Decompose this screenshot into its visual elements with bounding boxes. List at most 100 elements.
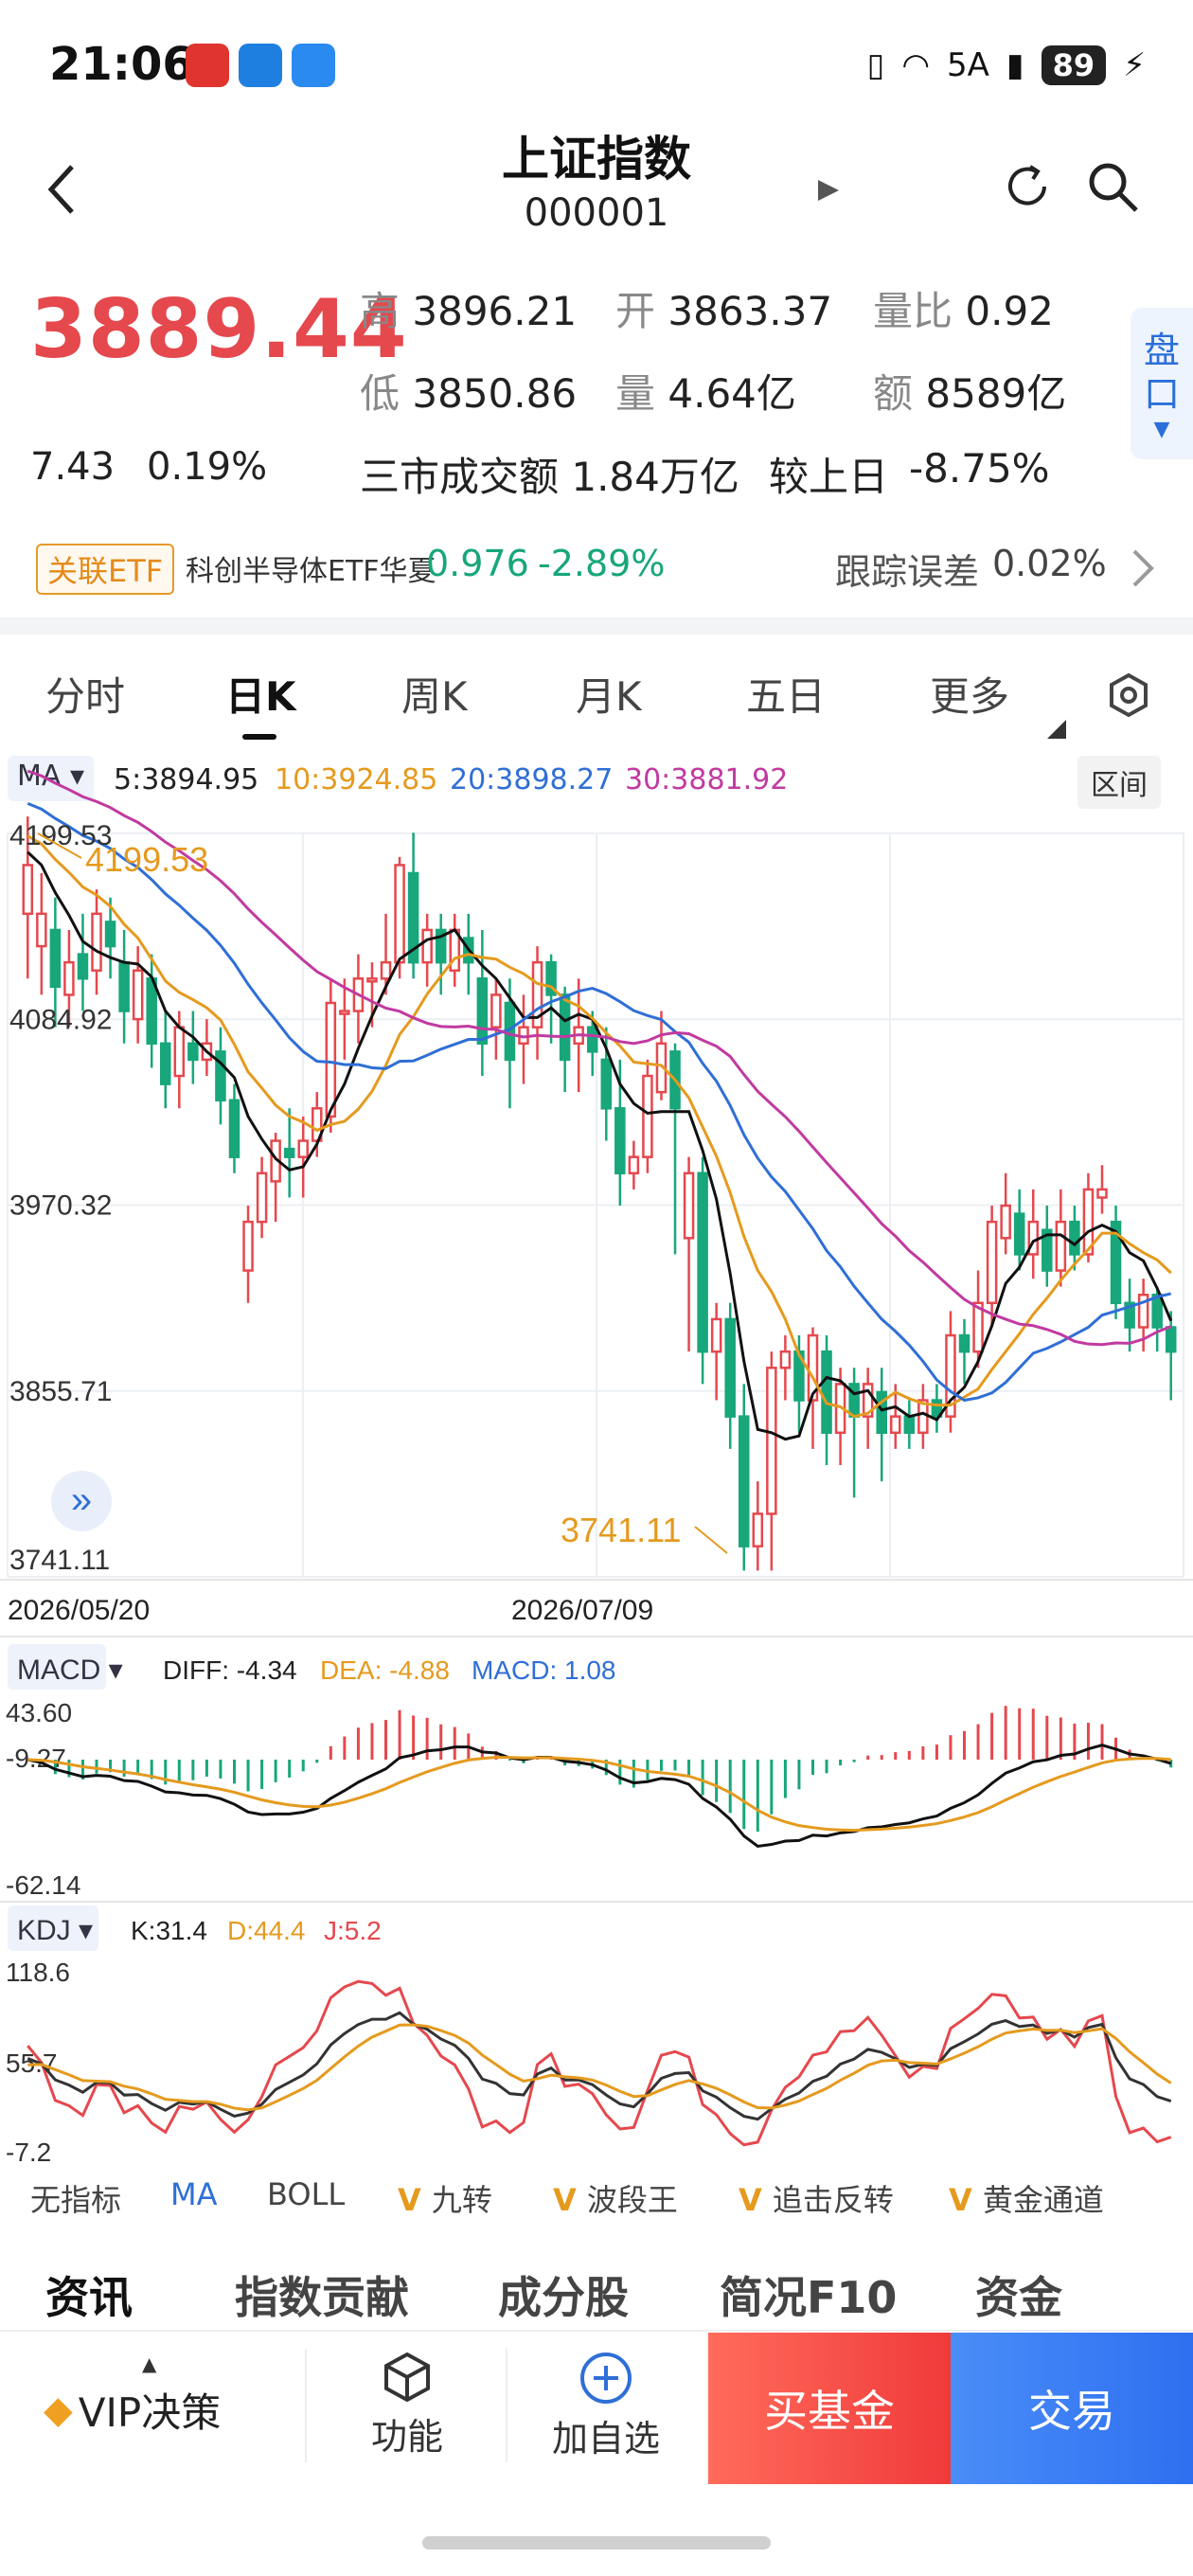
candle: [49, 928, 62, 989]
vip-v-icon: V: [949, 2182, 983, 2218]
kdj-label: KDJ ▾: [17, 1915, 93, 1946]
kdj-d-line: [27, 2023, 1172, 2112]
trade-button[interactable]: 交易: [951, 2333, 1193, 2484]
y-axis-tick: 3970.32: [9, 1190, 112, 1222]
y-axis-tick: 3741.11: [9, 1545, 110, 1576]
candle: [325, 1001, 337, 1118]
candle: [628, 1155, 640, 1175]
candle: [1000, 1204, 1011, 1240]
tab-constituents[interactable]: 成分股: [498, 2263, 629, 2326]
indicator-ma[interactable]: MA: [170, 2176, 218, 2212]
cube-icon: [384, 2352, 430, 2403]
annotation-leader: [694, 1526, 728, 1554]
x-axis-label: 2026/05/20: [8, 1595, 150, 1626]
candle: [256, 1172, 268, 1224]
high-annotation: 4199.53: [85, 840, 208, 879]
candle: [890, 1415, 901, 1435]
candle: [476, 977, 489, 1046]
low-annotation: 3741.11: [561, 1511, 681, 1549]
kdj-tick: -7.2: [6, 2138, 51, 2167]
candle: [614, 1107, 626, 1175]
candle: [242, 1220, 254, 1272]
indicator-huangjin[interactable]: V 黄金通道: [949, 2176, 1104, 2220]
kdj-tick: 118.6: [6, 1958, 70, 1987]
ma20-line: [27, 801, 1172, 1403]
candle: [600, 1058, 613, 1110]
ma5-line: [27, 850, 1173, 1441]
candle: [903, 1415, 916, 1435]
tab-funds[interactable]: 资金: [975, 2263, 1062, 2326]
indicator-none[interactable]: 无指标: [30, 2176, 121, 2220]
indicator-row: 无指标 MA BOLL V 九转 V 波段王 V 追击反转 V 黄金通道: [0, 2167, 1193, 2224]
divider: [305, 2349, 307, 2462]
home-indicator[interactable]: [422, 2536, 771, 2549]
candle: [710, 1317, 722, 1353]
candle: [1055, 1220, 1067, 1272]
candle: [642, 1074, 653, 1158]
double-chevron-icon: »: [71, 1479, 92, 1521]
candle: [1165, 1326, 1177, 1353]
function-label: 功能: [370, 2416, 443, 2458]
candle: [159, 1042, 171, 1085]
candle: [63, 960, 75, 996]
candle: [36, 912, 47, 948]
vip-button[interactable]: ◆ VIP决策: [44, 2381, 221, 2439]
candle: [779, 1350, 792, 1369]
candle: [77, 953, 89, 980]
candle: [380, 960, 392, 980]
candle: [986, 1220, 998, 1305]
candle: [848, 1383, 860, 1418]
candle: [697, 1172, 708, 1353]
candle: [228, 1099, 240, 1158]
y-axis-tick: 4084.92: [9, 1004, 112, 1035]
macd-dea: DEA: -4.88: [320, 1655, 450, 1685]
candle: [738, 1415, 750, 1547]
tab-index-contrib[interactable]: 指数贡献: [235, 2263, 409, 2326]
candle: [752, 1512, 764, 1547]
plus-circle-icon: [580, 2352, 632, 2404]
add-watchlist-button[interactable]: 加自选: [549, 2351, 663, 2461]
candle: [490, 993, 502, 1029]
x-axis-label: 2026/07/09: [511, 1595, 653, 1626]
candle: [339, 1010, 350, 1015]
candle: [586, 1026, 598, 1053]
candle: [173, 1026, 186, 1078]
candle: [297, 1139, 309, 1158]
tab-news[interactable]: 资讯: [45, 2263, 133, 2326]
caret-up-icon: ▲: [142, 2352, 157, 2375]
diamond-icon: ◆: [44, 2388, 73, 2432]
macd-diff: DIFF: -4.34: [163, 1655, 297, 1685]
candle: [1096, 1188, 1108, 1199]
candle: [683, 1172, 695, 1240]
candle: [1013, 1212, 1025, 1256]
candle: [366, 977, 378, 983]
indicator-jiuzhuan[interactable]: V 九转: [398, 2176, 492, 2220]
kdj-j: J:5.2: [324, 1916, 382, 1945]
function-button[interactable]: 功能: [360, 2351, 454, 2460]
candle: [132, 969, 144, 1021]
kline-chart[interactable]: 4199.534084.923970.323855.713741.114199.…: [0, 0, 1193, 2169]
macd-tick: 43.60: [6, 1698, 72, 1727]
candle: [1069, 1220, 1080, 1256]
candle: [421, 928, 433, 964]
candle: [91, 912, 102, 972]
kdj-d: D:44.4: [227, 1916, 306, 1945]
indicator-boll[interactable]: BOLL: [267, 2176, 345, 2212]
y-axis-tick: 3855.71: [9, 1376, 112, 1407]
info-tabs: 资讯 指数贡献 成分股 简况F10 资金: [0, 2245, 1193, 2339]
candle: [104, 921, 116, 948]
indicator-zhuiji[interactable]: V 追击反转: [739, 2176, 894, 2220]
candle: [118, 960, 130, 1012]
macd-tick: -62.14: [6, 1870, 80, 1900]
indicator-boduanwang[interactable]: V 波段王: [553, 2176, 678, 2220]
vip-v-icon: V: [739, 2182, 773, 2218]
candle: [958, 1333, 970, 1353]
candle: [187, 1042, 199, 1062]
buy-fund-button[interactable]: 买基金: [708, 2333, 951, 2484]
candle: [394, 864, 405, 964]
macd-value: MACD: 1.08: [472, 1655, 616, 1685]
add-watchlist-label: 加自选: [551, 2418, 660, 2460]
candle: [1151, 1293, 1163, 1329]
vip-v-icon: V: [553, 2182, 587, 2218]
tab-f10[interactable]: 简况F10: [720, 2263, 897, 2326]
